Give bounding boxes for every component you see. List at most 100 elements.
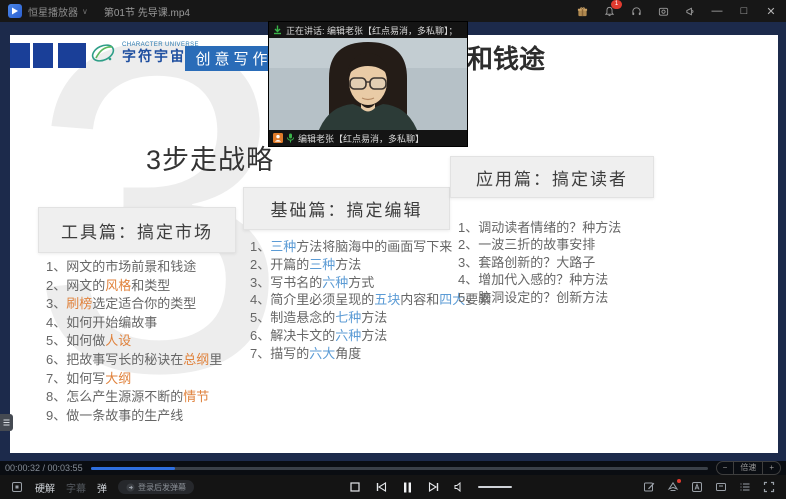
titlebar: 恒星播放器 ∨ 第01节 先导课.mp4 1 — □ ✕ [0,0,786,22]
list-icon [739,481,751,493]
outline-item: 6、把故事写长的秘诀在总纲里 [46,351,222,370]
webcam-video [269,38,467,130]
support-button[interactable] [629,4,643,18]
speed-decrease-button[interactable]: − [717,462,734,474]
volume-icon [454,482,465,492]
a-box-icon [691,481,703,493]
volume-slider[interactable] [478,486,512,488]
speed-increase-button[interactable]: + [763,462,780,474]
queue-button[interactable] [738,480,752,494]
audio-track-button[interactable] [690,480,704,494]
hw-decode-toggle[interactable]: 硬解 [35,480,55,495]
close-button[interactable]: ✕ [764,5,778,18]
seek-row: 00:00:32 / 00:03:55 − 倍速 + [0,461,786,475]
course-banner: 创意写作 [185,46,282,71]
current-filename: 第01节 先导课.mp4 [104,4,190,19]
control-bar: 硬解 字幕 弹 登录后发弹幕 [0,475,786,499]
playlist-button[interactable] [10,480,24,494]
speed-label[interactable]: 倍速 [733,462,763,474]
outline-item: 5、脑洞设定的？创新方法 [458,289,621,306]
headset-icon [631,6,642,17]
gift-button[interactable] [575,4,589,18]
strategy-heading: 3步走战略 [146,138,274,177]
webcam-header: 正在讲话: 编辑老张【红点易消，多私聊】； [269,22,467,38]
outline-item: 5、如何做人设 [46,332,222,351]
app-logo-icon [8,4,22,18]
stop-button[interactable] [348,480,362,494]
person-icon [273,133,283,143]
chevron-down-icon[interactable]: ∨ [82,7,88,16]
notifications-button[interactable]: 1 [602,4,616,18]
outline-item: 3、写书名的六种方式 [250,274,491,292]
time-display: 00:00:32 / 00:03:55 [5,463,83,473]
webcam-footer: 编辑老张【红点易消，多私聊】 [269,130,467,146]
deco-bar [33,43,53,68]
brand-logo: CHARACTER UNIVERSE 字符宇宙 [88,38,199,68]
seek-fill [91,467,176,470]
outline-item: 8、怎么产生源源不断的情节 [46,388,222,407]
deco-bar [58,43,86,68]
screenshot-button[interactable] [656,4,670,18]
speaking-label: 正在讲话: 编辑老张【红点易消，多私聊】； [286,24,458,37]
outline-item: 9、做一条故事的生产线 [46,407,222,426]
share-button[interactable] [666,480,680,494]
next-icon [428,482,439,492]
outline-item: 6、解决卡文的六种方法 [250,327,491,345]
webcam-overlay[interactable]: 正在讲话: 编辑老张【红点易消，多私聊】； [269,22,467,146]
pause-icon [403,482,412,493]
globe-swirl-icon [88,38,118,68]
subtitle-toggle[interactable]: 字幕 [66,480,86,495]
basics-outline-list: 1、三种方法将脑海中的画面写下来2、开篇的三种方法3、写书名的六种方式4、简介里… [250,238,491,363]
minimize-button[interactable]: — [710,5,724,17]
section-title-application: 应用篇：搞定读者 [450,156,654,198]
stop-icon [350,482,360,492]
notification-badge: 1 [611,0,622,9]
volume-button[interactable] [452,480,466,494]
fullscreen-button[interactable] [762,480,776,494]
previous-icon [376,482,387,492]
outline-item: 4、简介里必须呈现的五块内容和四大要素 [250,291,491,309]
seek-bar[interactable] [91,467,708,470]
video-area[interactable]: 3 CHARACTER UNIVERSE 字符宇宙 创意写作 和钱途 3步走战略… [0,22,786,461]
danmaku-login-pill[interactable]: 登录后发弹幕 [118,480,194,494]
pause-button[interactable] [400,480,414,494]
presenter-name: 编辑老张【红点易消，多私聊】 [298,132,424,145]
outline-item: 5、制造悬念的七种方法 [250,309,491,327]
fullscreen-icon [763,481,775,493]
section-title-basics: 基础篇：搞定编辑 [243,187,450,230]
outline-item: 4、如何开始编故事 [46,314,222,333]
outline-item: 1、调动读者情绪的？种方法 [458,219,621,236]
outline-item: 2、网文的风格和类型 [46,277,222,296]
gift-icon [577,6,588,17]
feedback-button[interactable] [683,4,697,18]
archive-button[interactable] [714,480,728,494]
outline-item: 3、刷榜选定适合你的类型 [46,295,222,314]
archive-icon [715,481,727,493]
outline-item: 4、增加代入感的？种方法 [458,271,621,288]
note-button[interactable] [642,480,656,494]
next-button[interactable] [426,480,440,494]
outline-item: 2、开篇的三种方法 [250,256,491,274]
megaphone-icon [685,6,696,17]
tools-outline-list: 1、网文的市场前景和钱途2、网文的风格和类型3、刷榜选定适合你的类型4、如何开始… [46,258,222,425]
presenter-portrait [269,38,467,130]
danmaku-toggle[interactable]: 弹 [97,480,107,495]
microphone-icon [286,133,295,143]
deco-bar [10,43,30,68]
speed-control: − 倍速 + [716,461,781,475]
previous-button[interactable] [374,480,388,494]
capture-icon [658,6,669,17]
app-name: 恒星播放器 [28,4,78,19]
outline-item: 3、套路创新的？大路子 [458,254,621,271]
outline-item: 2、一波三折的故事安排 [458,236,621,253]
panel-toggle-icon [3,419,10,426]
outline-item: 7、如何写大纲 [46,370,222,389]
player-window: 恒星播放器 ∨ 第01节 先导课.mp4 1 — □ ✕ [0,0,786,499]
sidebar-toggle[interactable] [0,414,13,431]
speaking-arrow-icon [273,25,282,35]
maximize-button[interactable]: □ [737,5,751,17]
outline-item: 1、三种方法将脑海中的画面写下来 [250,238,491,256]
circle-arrow-icon [126,483,135,492]
outline-item: 7、描写的六大角度 [250,345,491,363]
partial-heading: 和钱途 [467,39,545,76]
